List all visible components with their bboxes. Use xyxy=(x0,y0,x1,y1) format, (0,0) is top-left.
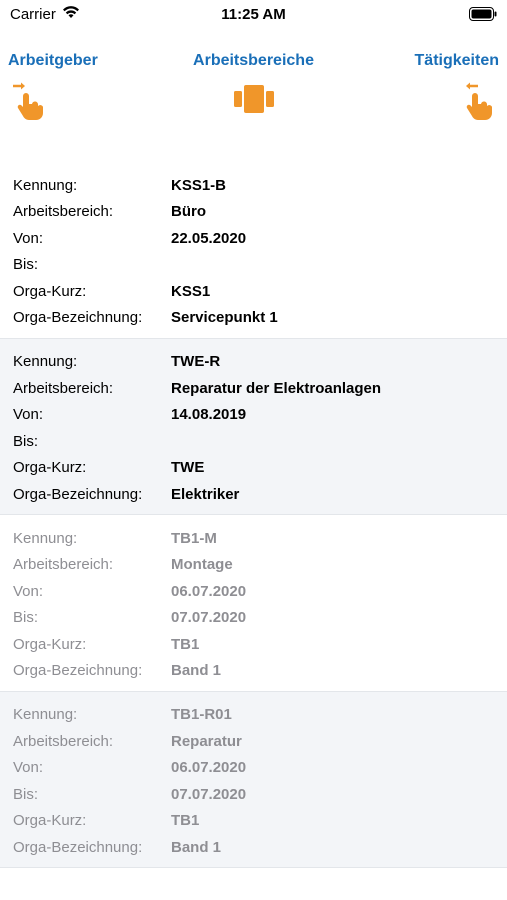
field-row-bis: Bis: 07.07.2020 xyxy=(0,605,507,632)
field-row-kennung: Kennung: TWE-R xyxy=(0,349,507,376)
field-label: Bis: xyxy=(13,432,39,450)
navigation-header: Arbeitgeber Arbeitsbereiche Tätigkeiten xyxy=(0,40,507,140)
field-value: TB1-R01 xyxy=(171,706,232,724)
field-row-bis: Bis: xyxy=(0,252,507,279)
battery-icon xyxy=(469,7,497,21)
field-label: Orga-Bezeichnung: xyxy=(13,662,143,680)
field-row-orga-bezeichnung: Orga-Bezeichnung: Elektriker xyxy=(0,481,507,508)
field-value: TWE-R xyxy=(171,353,221,371)
field-label: Bis: xyxy=(13,785,39,803)
field-label: Von: xyxy=(13,759,44,777)
list-item[interactable]: Kennung: TWE-R Arbeitsbereich: Reparatur d… xyxy=(0,338,507,515)
field-row-kennung: Kennung: TB1-R01 xyxy=(0,702,507,729)
field-label: Von: xyxy=(13,582,44,600)
arbeitsbereich-icon xyxy=(234,85,274,118)
field-value: KSS1-B xyxy=(171,176,227,194)
field-value: Reparatur xyxy=(171,732,242,750)
field-label: Arbeitsbereich: xyxy=(13,203,114,221)
nav-taetigkeiten-button[interactable]: Tätigkeiten xyxy=(415,52,499,70)
field-value: Servicepunkt 1 xyxy=(171,309,278,327)
field-value: 07.07.2020 xyxy=(171,785,247,803)
field-row-arbeitsbereich: Arbeitsbereich: Reparatur xyxy=(0,728,507,755)
field-value: TB1 xyxy=(171,812,200,830)
field-label: Orga-Kurz: xyxy=(13,812,87,830)
field-label: Von: xyxy=(13,406,44,424)
field-row-kennung: Kennung: KSS1-B xyxy=(0,172,507,199)
field-row-von: Von: 22.05.2020 xyxy=(0,225,507,252)
field-row-bis: Bis: 07.07.2020 xyxy=(0,781,507,808)
nav-arbeitsbereiche-label: Arbeitsbereiche xyxy=(193,52,314,69)
field-value: TWE xyxy=(171,459,205,477)
field-row-von: Von: 06.07.2020 xyxy=(0,578,507,605)
field-label: Kennung: xyxy=(13,529,78,547)
swipe-right-hand-icon[interactable] xyxy=(12,82,44,125)
field-label: Orga-Bezeichnung: xyxy=(13,485,143,503)
field-label: Orga-Kurz: xyxy=(13,282,87,300)
field-value: 06.07.2020 xyxy=(171,582,247,600)
field-row-orga-kurz: Orga-Kurz: TWE xyxy=(0,455,507,482)
field-value: 22.05.2020 xyxy=(171,229,247,247)
field-row-orga-bezeichnung: Orga-Bezeichnung: Band 1 xyxy=(0,834,507,861)
field-label: Kennung: xyxy=(13,706,78,724)
field-row-orga-kurz: Orga-Kurz: KSS1 xyxy=(0,278,507,305)
field-row-kennung: Kennung: TB1-M xyxy=(0,525,507,552)
field-row-orga-bezeichnung: Orga-Bezeichnung: Band 1 xyxy=(0,658,507,685)
field-value: 07.07.2020 xyxy=(171,609,247,627)
field-label: Von: xyxy=(13,229,44,247)
nav-taetigkeiten-label: Tätigkeiten xyxy=(414,52,499,69)
clock: 11:25 AM xyxy=(221,6,286,23)
field-row-orga-bezeichnung: Orga-Bezeichnung: Servicepunkt 1 xyxy=(0,305,507,332)
field-row-arbeitsbereich: Arbeitsbereich: Montage xyxy=(0,552,507,579)
list-item[interactable]: Kennung: TB1-M Arbeitsbereich: Montage Von… xyxy=(0,515,507,692)
field-row-orga-kurz: Orga-Kurz: TB1 xyxy=(0,631,507,658)
field-value: Büro xyxy=(171,203,206,221)
field-value: 14.08.2019 xyxy=(171,406,247,424)
status-bar: Carrier 11:25 AM xyxy=(0,0,507,28)
field-value: KSS1 xyxy=(171,282,211,300)
field-label: Bis: xyxy=(13,609,39,627)
field-row-von: Von: 06.07.2020 xyxy=(0,755,507,782)
arbeitsbereich-list: Kennung: KSS1-B Arbeitsbereich: Büro Von: 2… xyxy=(0,162,507,868)
field-label: Orga-Kurz: xyxy=(13,459,87,477)
field-label: Arbeitsbereich: xyxy=(13,556,114,574)
field-row-von: Von: 14.08.2019 xyxy=(0,402,507,429)
field-row-arbeitsbereich: Arbeitsbereich: Büro xyxy=(0,199,507,226)
list-item[interactable]: Kennung: TB1-R01 Arbeitsbereich: Reparatur… xyxy=(0,691,507,868)
field-row-orga-kurz: Orga-Kurz: TB1 xyxy=(0,808,507,835)
field-value: Band 1 xyxy=(171,662,222,680)
field-value: Elektriker xyxy=(171,485,240,503)
list-item[interactable]: Kennung: KSS1-B Arbeitsbereich: Büro Von: 2… xyxy=(0,162,507,339)
field-label: Orga-Kurz: xyxy=(13,635,87,653)
swipe-left-hand-icon[interactable] xyxy=(461,82,493,125)
field-value: 06.07.2020 xyxy=(171,759,247,777)
field-row-arbeitsbereich: Arbeitsbereich: Reparatur der Elektroanla… xyxy=(0,375,507,402)
field-label: Kennung: xyxy=(13,176,78,194)
field-label: Bis: xyxy=(13,256,39,274)
field-value: Reparatur der Elektroanlagen xyxy=(171,379,382,397)
field-label: Orga-Bezeichnung: xyxy=(13,838,143,856)
field-value: Montage xyxy=(171,556,233,574)
field-value: TB1 xyxy=(171,635,200,653)
field-row-bis: Bis: xyxy=(0,428,507,455)
field-label: Arbeitsbereich: xyxy=(13,732,114,750)
field-value: TB1-M xyxy=(171,529,217,547)
field-label: Kennung: xyxy=(13,353,78,371)
field-value: Band 1 xyxy=(171,838,222,856)
field-label: Orga-Bezeichnung: xyxy=(13,309,143,327)
field-label: Arbeitsbereich: xyxy=(13,379,114,397)
